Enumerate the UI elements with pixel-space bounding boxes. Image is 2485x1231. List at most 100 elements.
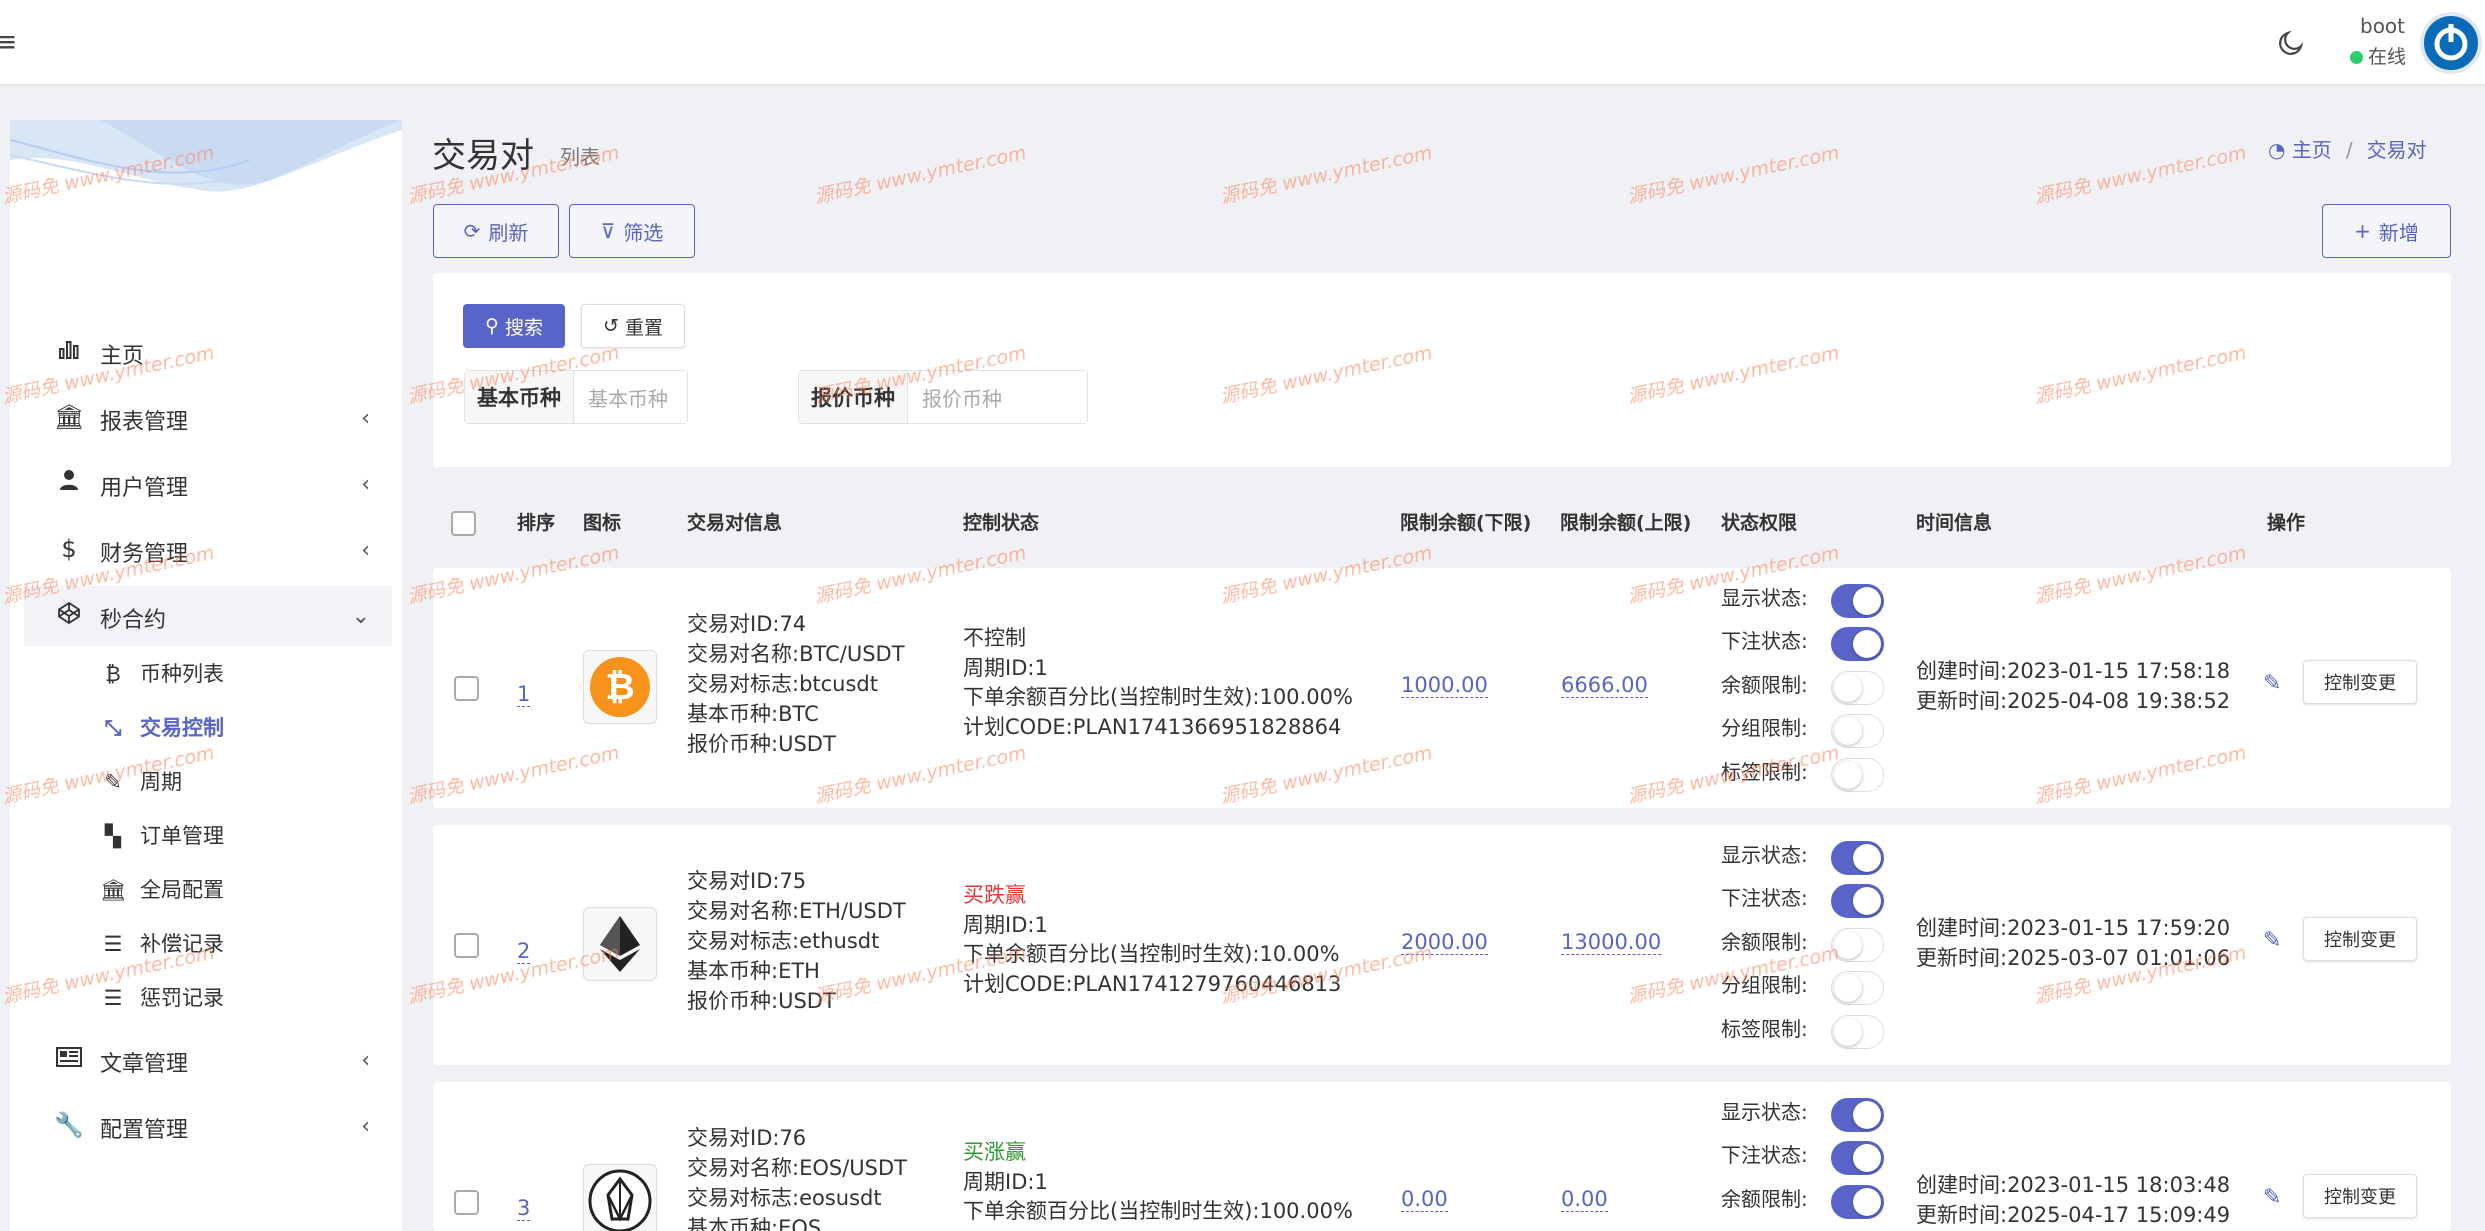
control-change-button[interactable]: 控制变更: [2303, 1174, 2417, 1218]
sidebar-item-label: 配置管理: [100, 1118, 189, 1143]
created-time: 创建时间:2023-01-15 17:59:20: [1916, 916, 2231, 940]
header-icon: 图标: [583, 512, 622, 534]
row-checkbox[interactable]: [454, 933, 479, 958]
select-all-checkbox[interactable]: [451, 511, 476, 536]
bank-icon: 🏛: [100, 878, 127, 902]
max-balance[interactable]: 6666.00: [1561, 673, 1648, 698]
undo-icon: ↺: [603, 315, 619, 337]
sort-value[interactable]: 2: [517, 939, 531, 964]
sidebar-item-reports[interactable]: 🏛 报表管理 ‹: [24, 388, 392, 448]
refresh-button[interactable]: ⟳ 刷新: [433, 204, 559, 258]
user-name[interactable]: boot: [2360, 14, 2405, 38]
svg-text:₿: ₿: [605, 667, 634, 708]
reset-button[interactable]: ↺ 重置: [581, 304, 685, 348]
show-toggle[interactable]: [1831, 1098, 1884, 1132]
chevron-left-icon: ‹: [361, 1048, 370, 1073]
list-icon: ☰: [103, 986, 123, 1010]
header-sort[interactable]: 排序: [517, 508, 555, 535]
control-status-label: 买跌赢: [963, 883, 1026, 907]
max-balance[interactable]: 0.00: [1561, 1187, 1608, 1212]
perm-label: 余额限制:: [1721, 1187, 1808, 1211]
perm-label: 分组限制:: [1721, 716, 1808, 740]
avatar[interactable]: [2420, 12, 2482, 74]
compress-icon: ⤡: [104, 716, 122, 740]
search-button[interactable]: ⚲ 搜索: [463, 304, 565, 348]
sub-item-label: 周期: [140, 770, 182, 794]
sub-item-global-config[interactable]: 🏛 全局配置: [100, 874, 224, 914]
group-toggle[interactable]: [1831, 714, 1884, 748]
sub-item-penalty[interactable]: ☰ 惩罚记录: [100, 982, 224, 1022]
updated-time: 更新时间:2025-04-17 15:09:49: [1916, 1203, 2231, 1227]
sidebar-item-users[interactable]: 用户管理 ‹: [24, 454, 392, 514]
show-toggle[interactable]: [1831, 841, 1884, 875]
time-info: 创建时间:2023-01-15 17:59:20 更新时间:2025-03-07…: [1916, 913, 2230, 973]
control-status: 买跌赢 周期ID:1 下单余额百分比(当控制时生效):10.00% 计划CODE…: [963, 881, 1341, 999]
max-balance[interactable]: 13000.00: [1561, 930, 1662, 955]
sidebar-item-home[interactable]: 主页: [24, 322, 392, 382]
control-change-button[interactable]: 控制变更: [2303, 917, 2417, 961]
control-status-label: 不控制: [963, 626, 1026, 650]
show-toggle[interactable]: [1831, 584, 1884, 618]
updated-time: 更新时间:2025-04-08 19:38:52: [1916, 689, 2231, 713]
edit-icon[interactable]: ✎: [2263, 928, 2281, 953]
sidebar-item-label: 报表管理: [100, 410, 189, 435]
perm-group: 分组限制:: [1721, 969, 1901, 1009]
dark-mode-icon[interactable]: [2276, 28, 2306, 58]
perm-show: 显示状态:: [1721, 1096, 1901, 1136]
control-status: 不控制 周期ID:1 下单余额百分比(当控制时生效):100.00% 计划COD…: [963, 624, 1353, 742]
pair-id: 交易对ID:76: [687, 1126, 807, 1150]
min-balance[interactable]: 2000.00: [1401, 930, 1488, 955]
sub-item-orders[interactable]: ▚ 订单管理: [100, 820, 224, 860]
bet-toggle[interactable]: [1831, 627, 1884, 661]
sort-value[interactable]: 3: [517, 1196, 531, 1221]
user-status-text: 在线: [2368, 46, 2407, 68]
bet-toggle[interactable]: [1831, 884, 1884, 918]
sub-item-trade-control[interactable]: ⤡ 交易控制: [100, 712, 224, 752]
sub-item-coin-list[interactable]: ₿ 币种列表: [100, 658, 224, 698]
refresh-label: 刷新: [488, 220, 529, 245]
perm-label: 分组限制:: [1721, 973, 1808, 997]
min-balance[interactable]: 0.00: [1401, 1187, 1448, 1212]
balance-toggle[interactable]: [1831, 671, 1884, 705]
menu-toggle-icon[interactable]: ≡: [0, 25, 17, 58]
pair-base-coin: 基本币种:EOS: [687, 1216, 822, 1231]
balance-toggle[interactable]: [1831, 1185, 1884, 1219]
coin-icon-box: [583, 907, 657, 981]
sidebar-item-articles[interactable]: 文章管理 ‹: [24, 1030, 392, 1090]
breadcrumb-current[interactable]: 交易对: [2367, 138, 2427, 162]
min-balance[interactable]: 1000.00: [1401, 673, 1488, 698]
sidebar-item-label: 秒合约: [100, 608, 167, 633]
breadcrumb-home[interactable]: 主页: [2292, 138, 2332, 162]
sidebar-item-contracts[interactable]: 秒合约 ⌄: [24, 586, 392, 646]
header-pair-info: 交易对信息: [687, 512, 783, 534]
sub-item-label: 币种列表: [140, 662, 224, 686]
sidebar-item-finance[interactable]: $ 财务管理 ‹: [24, 520, 392, 580]
edit-icon[interactable]: ✎: [2263, 671, 2281, 696]
tag-toggle[interactable]: [1831, 758, 1884, 792]
filter-label: 筛选: [623, 220, 664, 245]
sub-item-period[interactable]: ✎ 周期: [100, 766, 182, 806]
base-coin-filter: 基本币种 基本币种: [464, 370, 688, 424]
sort-value[interactable]: 1: [517, 682, 531, 707]
filter-button[interactable]: ⊽ 筛选: [569, 204, 695, 258]
add-button[interactable]: + 新增: [2322, 204, 2451, 258]
table-header: 排序 图标 交易对信息 控制状态 限制余额(下限) 限制余额(上限) 状态权限 …: [433, 508, 2451, 548]
bet-toggle[interactable]: [1831, 1141, 1884, 1175]
edit-icon[interactable]: ✎: [2263, 1185, 2281, 1210]
perm-label: 下注状态:: [1721, 629, 1808, 653]
eos-icon: [588, 1169, 652, 1231]
search-panel: ⚲ 搜索 ↺ 重置 基本币种 基本币种 报价币种 报价币种: [433, 273, 2451, 467]
pair-quote-coin: 报价币种:USDT: [687, 989, 836, 1013]
control-change-button[interactable]: 控制变更: [2303, 660, 2417, 704]
row-checkbox[interactable]: [454, 676, 479, 701]
quote-coin-input[interactable]: 报价币种: [908, 371, 1087, 423]
group-toggle[interactable]: [1831, 971, 1884, 1005]
sub-item-compensation[interactable]: ☰ 补偿记录: [100, 928, 224, 968]
row-checkbox[interactable]: [454, 1190, 479, 1215]
sidebar-item-config[interactable]: 🔧 配置管理 ‹: [24, 1096, 392, 1156]
tag-toggle[interactable]: [1831, 1015, 1884, 1049]
bar-chart-icon: [54, 337, 84, 367]
base-coin-input[interactable]: 基本币种: [574, 371, 687, 423]
ethereum-icon: [600, 916, 640, 972]
balance-toggle[interactable]: [1831, 928, 1884, 962]
